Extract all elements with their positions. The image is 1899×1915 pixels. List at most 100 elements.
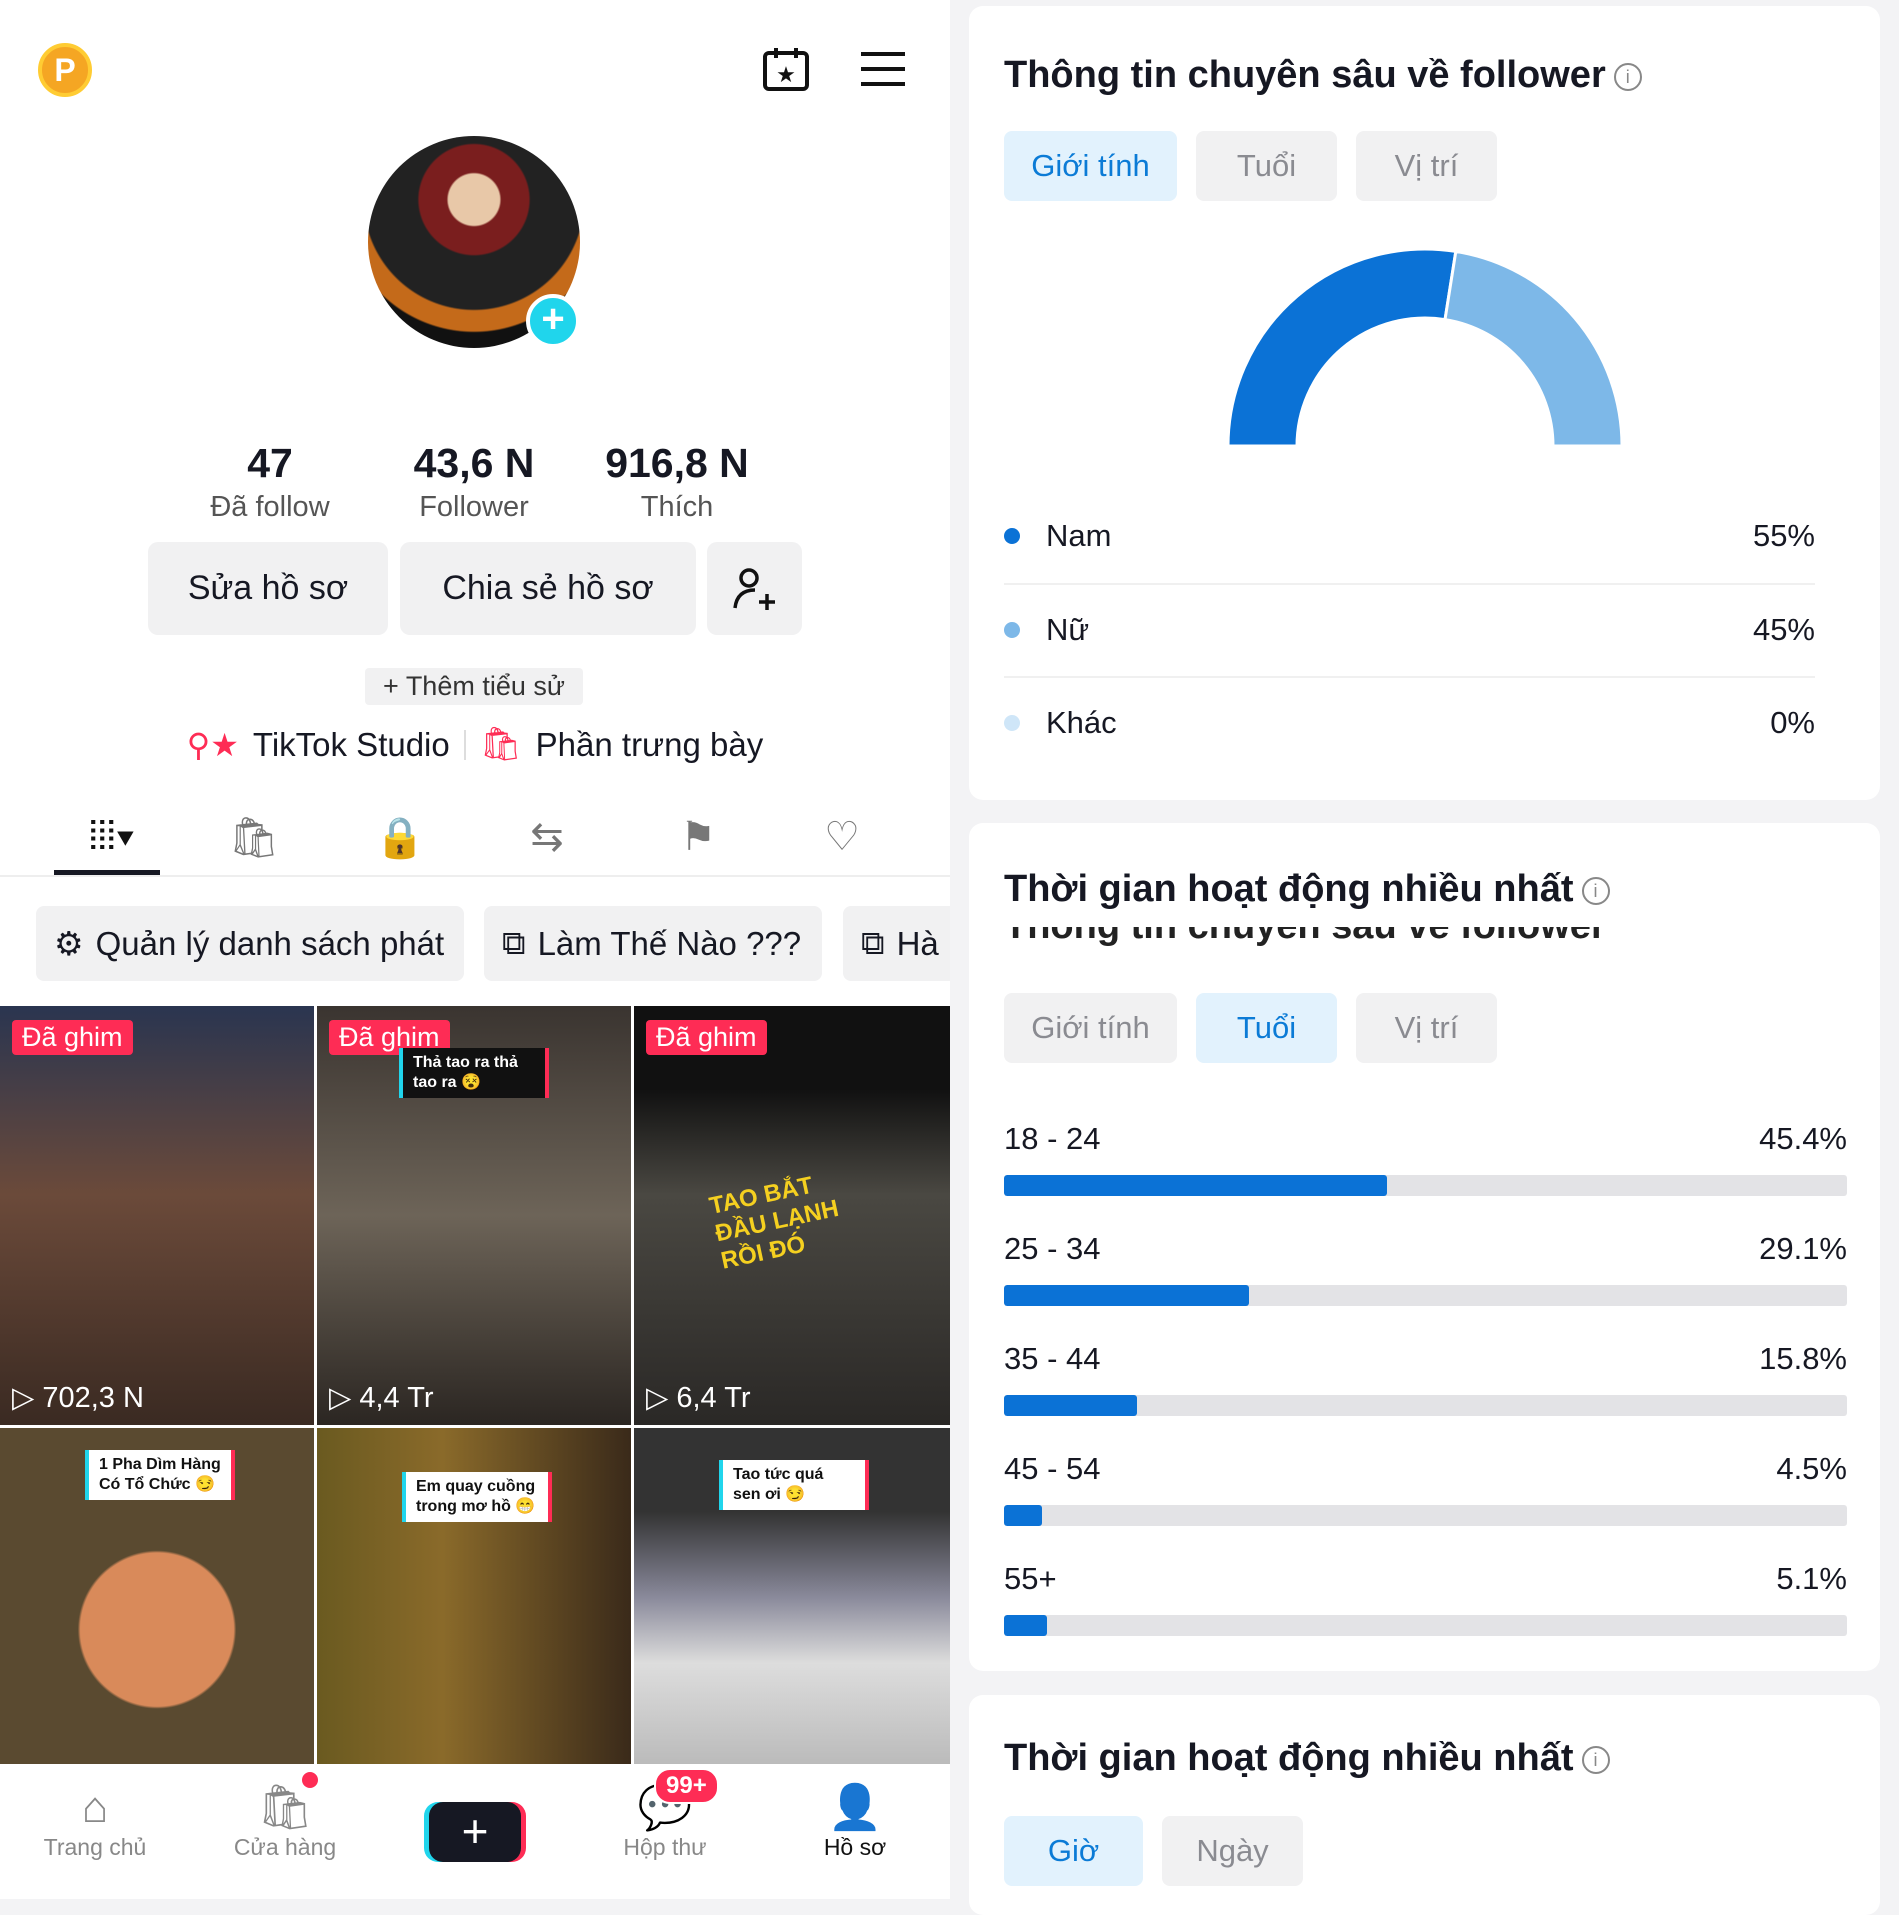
calendar-star-icon[interactable]: ★ xyxy=(762,46,810,92)
tab-age[interactable]: Tuổi xyxy=(1196,993,1337,1063)
nav-create[interactable]: + xyxy=(380,1764,570,1899)
age-bar-row: 45 - 54 4.5% xyxy=(1004,1451,1847,1526)
add-friend-button[interactable] xyxy=(707,542,802,635)
video-caption: 1 Pha Dìm Hàng Có Tổ Chức 😏 xyxy=(85,1450,235,1500)
tab-location[interactable]: Vị trí xyxy=(1356,993,1497,1063)
bar-fill xyxy=(1004,1615,1047,1636)
divider xyxy=(1004,676,1815,678)
menu-icon[interactable] xyxy=(861,52,905,86)
share-profile-button[interactable]: Chia sẻ hồ sơ xyxy=(400,542,696,635)
showcase-link[interactable]: Phần trưng bày xyxy=(536,726,764,764)
stat-value: 43,6 N xyxy=(413,440,535,486)
bar-value: 15.8% xyxy=(1759,1341,1847,1376)
profile-panel: P ★ + 47 Đã follow 43,6 N Follower 916,8 N… xyxy=(0,0,950,1899)
video-thumbnail[interactable]: Em quay cuồng trong mơ hồ 😁 xyxy=(317,1428,631,1764)
tab-reposts[interactable]: ⇆ xyxy=(517,814,577,864)
video-thumbnail[interactable]: Đã ghim TAO BẮT ĐẦU LẠNH RỒI ĐÓ ▷ 6,4 Tr xyxy=(634,1006,950,1425)
ghost-title: Thông tin chuyên sâu về follower xyxy=(1004,927,1606,947)
nav-shop[interactable]: 🛍 Cửa hàng xyxy=(190,1764,380,1899)
nav-profile[interactable]: 👤 Hồ sơ xyxy=(760,1764,950,1899)
pinned-badge: Đã ghim xyxy=(646,1020,767,1055)
video-thumbnail[interactable]: Tao tức quá sen ơi 😏 xyxy=(634,1428,950,1764)
divider xyxy=(463,729,466,760)
card-title: Thời gian hoạt động nhiều nhất i xyxy=(1004,1737,1610,1780)
tab-gender[interactable]: Giới tính xyxy=(1004,131,1177,201)
bar-track xyxy=(1004,1285,1847,1306)
playlist-chip[interactable]: ⧉ Làm Thế Nào ??? xyxy=(484,906,822,981)
age-bar-row: 25 - 34 29.1% xyxy=(1004,1231,1847,1306)
donut-slice-Nam xyxy=(1226,247,1458,448)
tab-hour[interactable]: Giờ xyxy=(1004,1816,1143,1886)
notification-dot xyxy=(302,1772,318,1788)
tab-location[interactable]: Vị trí xyxy=(1356,131,1497,201)
tab-saved[interactable]: ⚑ xyxy=(668,814,728,864)
info-icon[interactable]: i xyxy=(1581,1745,1610,1774)
video-caption: Thả tao ra thả tao ra 😵 xyxy=(399,1048,549,1098)
pinned-badge: Đã ghim xyxy=(12,1020,133,1055)
video-thumbnail[interactable]: Đã ghim ▷ 702,3 N xyxy=(0,1006,314,1425)
bar-track xyxy=(1004,1395,1847,1416)
gender-donut-chart xyxy=(1226,247,1624,448)
video-caption: TAO BẮT ĐẦU LẠNH RỒI ĐÓ xyxy=(707,1171,842,1275)
stat-label: Đã follow xyxy=(210,491,330,523)
chip-label: Làm Thế Nào ??? xyxy=(537,924,802,962)
add-bio-button[interactable]: + Thêm tiểu sử xyxy=(365,668,583,705)
view-count: ▷ 4,4 Tr xyxy=(329,1382,434,1414)
create-icon: + xyxy=(429,1802,521,1862)
shop-icon: 🛍 xyxy=(257,1783,313,1832)
stat-followers[interactable]: 43,6 N Follower xyxy=(374,440,574,524)
nav-inbox[interactable]: 💬 Hộp thư 99+ xyxy=(570,1764,760,1899)
playlist-icon: ⧉ xyxy=(502,924,526,961)
playlist-chip[interactable]: ⧉ Hà xyxy=(843,906,950,981)
manage-playlists-chip[interactable]: ⚙ Quản lý danh sách phát xyxy=(36,906,464,981)
stat-likes[interactable]: 916,8 N Thích xyxy=(577,440,777,524)
tab-gender[interactable]: Giới tính xyxy=(1004,993,1177,1063)
profile-links: ⚲★ TikTok Studio 🛍 Phần trưng bày xyxy=(0,725,950,764)
content-tabs: ⦙⦙⦙▾ 🛍 🔒 ⇆ ⚑ ♡ xyxy=(0,800,950,877)
tab-shop[interactable]: 🛍 xyxy=(224,814,284,864)
add-avatar-icon[interactable]: + xyxy=(526,294,580,348)
bar-fill xyxy=(1004,1285,1250,1306)
bar-label: 45 - 54 xyxy=(1004,1451,1101,1486)
video-thumbnail[interactable]: 1 Pha Dìm Hàng Có Tổ Chức 😏 xyxy=(0,1428,314,1764)
bar-fill xyxy=(1004,1505,1042,1526)
active-tab-indicator xyxy=(54,870,160,875)
legend-row: Nữ 45% xyxy=(1004,605,1815,655)
tab-day[interactable]: Ngày xyxy=(1162,1816,1303,1886)
nav-home[interactable]: ⌂ Trang chủ xyxy=(0,1764,190,1899)
stat-value: 916,8 N xyxy=(605,440,749,486)
video-caption: Em quay cuồng trong mơ hồ 😁 xyxy=(402,1472,552,1522)
coin-icon[interactable]: P xyxy=(38,43,92,97)
studio-icon: ⚲★ xyxy=(186,726,239,763)
view-count: ▷ 6,4 Tr xyxy=(646,1382,751,1414)
bar-value: 4.5% xyxy=(1776,1451,1847,1486)
active-time-card: Thời gian hoạt động nhiều nhất i Giờ Ngày xyxy=(969,1695,1880,1915)
tiktok-studio-link[interactable]: TikTok Studio xyxy=(253,726,450,764)
bar-label: 55+ xyxy=(1004,1561,1057,1596)
bar-track xyxy=(1004,1615,1847,1636)
gear-icon: ⚙ xyxy=(54,925,84,962)
divider xyxy=(1004,583,1815,585)
tab-videos[interactable]: ⦙⦙⦙▾ xyxy=(72,814,152,864)
legend-dot xyxy=(1004,622,1020,638)
bar-label: 25 - 34 xyxy=(1004,1231,1101,1266)
donut-slice-Nữ xyxy=(1443,249,1624,448)
info-icon[interactable]: i xyxy=(1613,62,1642,91)
follower-insights-card: Thông tin chuyên sâu về follower i Giới t… xyxy=(969,6,1880,800)
add-user-icon xyxy=(732,567,775,610)
home-icon: ⌂ xyxy=(81,1783,109,1832)
tab-private[interactable]: 🔒 xyxy=(370,814,430,864)
tab-age[interactable]: Tuổi xyxy=(1196,131,1337,201)
legend-dot xyxy=(1004,715,1020,731)
info-icon[interactable]: i xyxy=(1581,876,1610,905)
age-bar-row: 18 - 24 45.4% xyxy=(1004,1121,1847,1196)
edit-profile-button[interactable]: Sửa hồ sơ xyxy=(148,542,388,635)
bar-value: 45.4% xyxy=(1759,1121,1847,1156)
card-title: Thông tin chuyên sâu về follower i xyxy=(1004,54,1642,97)
tab-liked[interactable]: ♡ xyxy=(812,814,872,864)
chip-label: Quản lý danh sách phát xyxy=(95,924,445,962)
video-thumbnail[interactable]: Đã ghim Thả tao ra thả tao ra 😵 ▷ 4,4 Tr xyxy=(317,1006,631,1425)
stat-following[interactable]: 47 Đã follow xyxy=(170,440,370,524)
bar-track xyxy=(1004,1505,1847,1526)
age-bar-row: 55+ 5.1% xyxy=(1004,1561,1847,1636)
